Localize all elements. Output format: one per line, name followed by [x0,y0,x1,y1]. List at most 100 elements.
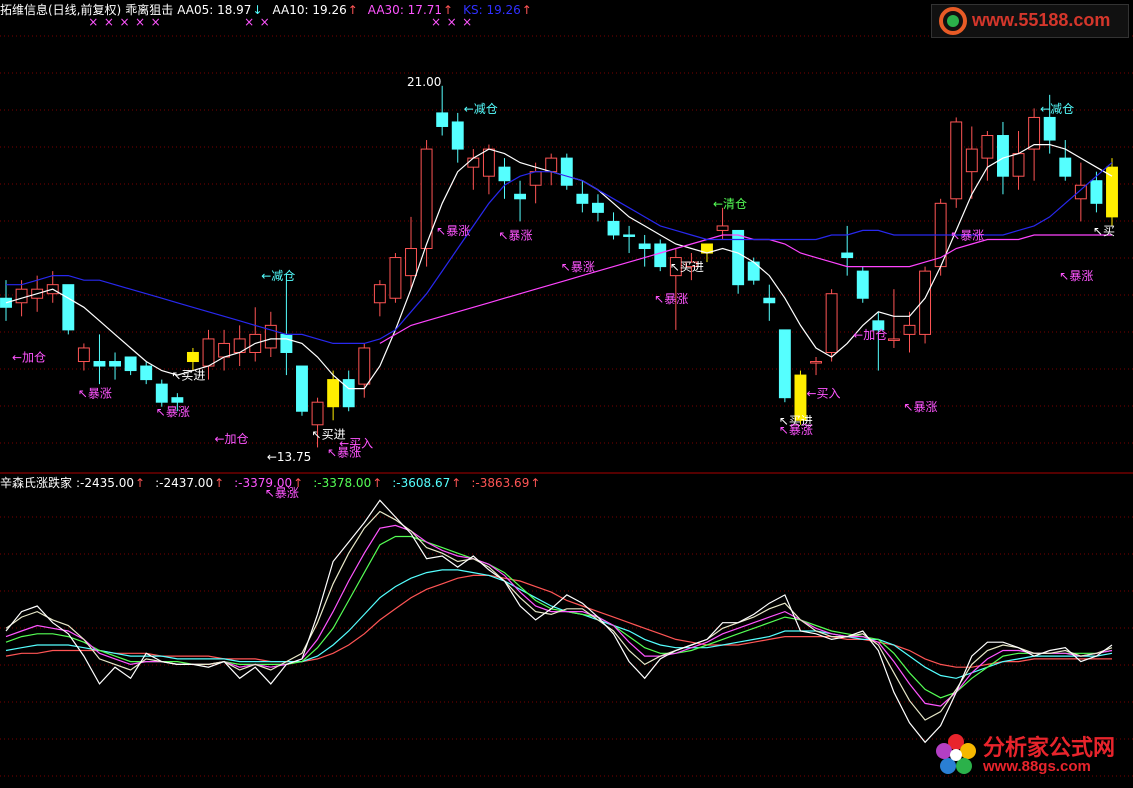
signal-annotation: ←清仓 [713,197,747,211]
signal-annotation: ←减仓 [261,269,295,283]
candle-body [810,361,822,364]
candle-body [545,157,558,173]
candle-body [186,351,199,363]
signal-marker-icon: × [135,15,146,29]
legend-arrow-icon: ↑ [451,476,462,490]
candle-body [997,135,1009,177]
legend-arrow-icon: ↑ [214,476,225,490]
candle-body [482,148,495,177]
osc-line-s4 [5,535,1113,699]
candle-body [607,220,620,236]
candle-body [218,342,231,358]
legend-item: :-3378.00 [313,476,372,490]
legend-arrow-icon: ↑ [293,476,304,490]
osc-line-s2 [5,510,1113,721]
signal-annotation: ←买入 [806,387,840,401]
candle-body [732,229,745,286]
signal-marker-icon: × [244,15,255,29]
candle-body [15,288,28,304]
ma-line-aa30 [379,234,1112,344]
signal-annotation: ←减仓 [464,102,498,116]
candle-body [467,157,480,168]
signal-marker-icon: × [103,15,114,29]
legend-item: AA10: 19.26 [272,3,347,17]
candle-body [311,401,324,426]
signal-annotation: ↖暴涨 [498,227,532,242]
legend-arrow-icon: ↑ [372,476,383,490]
legend-arrow-icon: ↑ [347,3,358,17]
candle-body [638,243,651,250]
candle-body [778,329,791,399]
signal-annotation: ↖暴涨 [327,444,361,459]
signal-annotation: ↖暴涨 [903,399,937,414]
candle-body [903,324,916,335]
signal-marker-icon: × [431,15,442,29]
oscillator-panel [5,499,1113,744]
signal-annotation: 21.00 [407,75,441,89]
signal-annotation: ↖暴涨 [779,422,813,437]
candle-body [560,157,573,186]
candle-body [296,365,308,412]
candle-body [950,121,963,200]
candle-body [358,347,371,385]
signal-annotation: ←13.75 [267,450,311,464]
osc-line-s6 [5,574,1112,668]
candle-body [529,171,542,186]
watermark-top: www.55188.com [931,4,1129,38]
watermark-bottom: 分析家公式网 www.88gs.com [929,726,1129,782]
signal-annotation: ↖买进 [670,260,704,274]
candle-body [514,193,527,200]
candle-body [623,234,636,237]
candle-body [77,347,90,363]
legend-arrow-icon: ↑ [521,3,532,17]
candle-body [1090,180,1103,204]
signal-annotation: ↖买进 [171,369,205,383]
candle-body [280,333,293,353]
signal-annotation: ↖暴涨 [1059,268,1093,283]
candle-body [576,193,589,204]
signal-marker-icon: × [150,15,161,29]
candle-body [856,270,869,299]
candle-body [981,135,994,159]
candle-body [763,297,776,304]
legend-item: :-3863.69 [471,476,530,490]
candle-body [887,338,900,341]
candle-body [373,284,386,304]
chart-stage: ←加仓 ↖暴涨 ↖暴涨 ↖买进 ←减仓 ←加仓 ←13.75 ↖暴涨 ↖买进 ←买入 ↖暴涨 21.0… [0,0,1133,784]
candle-body [124,356,137,372]
signal-marker-icon: × [446,15,457,29]
legend-item: :-3379.00 [234,476,293,490]
candle-body [389,257,402,299]
candle-body [327,379,340,408]
candle-body [171,397,184,403]
candle-body [405,248,417,277]
candle-body [1043,116,1056,141]
legend-item: 辛森氏涨跌家 [0,476,73,490]
legend-item: :-2437.00 [155,476,214,490]
legend-item: :-3608.67 [392,476,451,490]
signal-annotation: ↖暴涨 [654,291,688,306]
legend-arrow-icon: ↑ [530,476,541,490]
signal-annotation: ↖暴涨 [950,227,984,242]
candle-body [62,284,75,331]
signal-annotation: ↖暴涨 [436,223,470,238]
signal-annotation: ↖买 [1093,224,1115,238]
candle-body [825,293,838,353]
candle-body [841,252,854,259]
signal-marker-icon: × [88,15,99,29]
legend-arrow-icon: ↑ [135,476,146,490]
candle-body [1012,153,1025,177]
candle-body [591,202,604,213]
signal-annotation: ↖暴涨 [561,259,595,274]
candle-body [155,383,168,403]
logo-icon [939,7,967,35]
osc-line-s3 [5,524,1113,707]
chart-svg: ←加仓 ↖暴涨 ↖暴涨 ↖买进 ←减仓 ←加仓 ←13.75 ↖暴涨 ↖买进 ←买入 ↖暴涨 21.0… [0,35,1133,777]
candle-body [498,166,511,182]
signal-annotation: ←加仓 [12,351,46,365]
candle-body [342,379,355,408]
watermark-top-text: www.55188.com [972,10,1111,30]
candle-body [451,121,464,150]
bottom-legend: 辛森氏涨跌家:-2435.00↑:-2437.00↑:-3379.00↑:-33… [0,475,550,493]
candle-body [654,243,667,268]
